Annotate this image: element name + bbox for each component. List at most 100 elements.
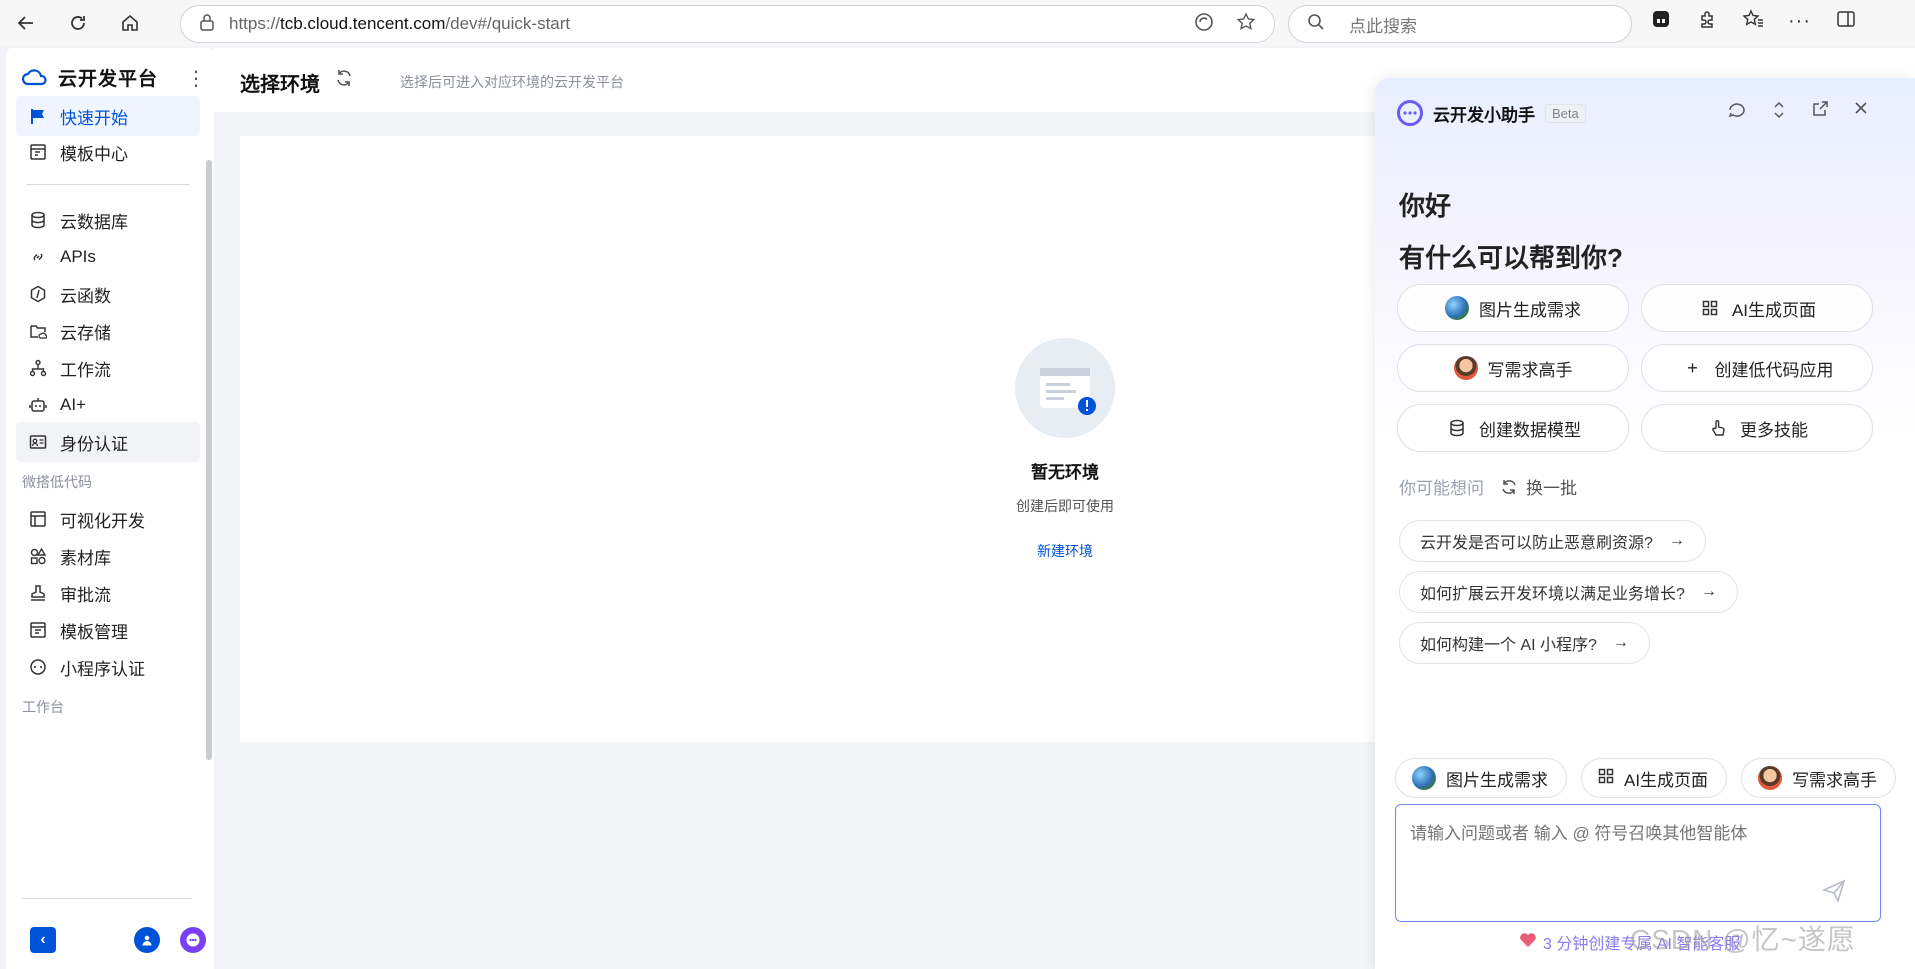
- more-vertical-icon[interactable]: ⋮: [186, 66, 206, 91]
- template-icon: [28, 142, 48, 162]
- chip-requirement-writer[interactable]: 写需求高手: [1741, 758, 1897, 798]
- skill-data-model-button[interactable]: 创建数据模型: [1397, 404, 1629, 452]
- sidebar-item-apis[interactable]: APIs: [16, 237, 200, 277]
- url-text[interactable]: https://tcb.cloud.tencent.com/dev#/quick…: [229, 14, 570, 34]
- translate-icon[interactable]: [1194, 12, 1214, 37]
- sidebar-item-database[interactable]: 云数据库: [16, 200, 200, 240]
- chat-input-box[interactable]: [1395, 804, 1881, 922]
- address-bar[interactable]: https://tcb.cloud.tencent.com/dev#/quick…: [180, 5, 1275, 43]
- brand[interactable]: 云开发平台: [22, 64, 158, 91]
- suggestion-item[interactable]: 云开发是否可以防止恶意刷资源? →: [1399, 520, 1706, 562]
- sidebar-item-label: 云存储: [60, 323, 111, 343]
- chip-ai-page[interactable]: AI生成页面: [1581, 758, 1728, 798]
- refresh-icon[interactable]: [334, 68, 354, 94]
- workspaces-icon[interactable]: [1650, 8, 1672, 35]
- shapes-icon: [28, 546, 48, 566]
- collapse-chevron-icon[interactable]: ‹: [30, 927, 56, 953]
- open-external-icon[interactable]: [1811, 100, 1829, 125]
- environment-card: [240, 136, 1380, 742]
- folder-cloud-icon: [28, 321, 48, 341]
- sidebar-item-label: 云数据库: [60, 212, 128, 232]
- skill-ai-page-button[interactable]: AI生成页面: [1641, 284, 1873, 332]
- create-environment-link[interactable]: 新建环境: [970, 541, 1160, 561]
- search-icon: [1307, 13, 1325, 36]
- sidebar-item-approval[interactable]: 审批流: [16, 573, 200, 613]
- assistant-question: 有什么可以帮到你?: [1399, 243, 1623, 273]
- search-placeholder: 点此搜索: [1349, 16, 1417, 36]
- browser-search-box[interactable]: 点此搜索: [1288, 5, 1632, 43]
- sidebar-item-assets[interactable]: 素材库: [16, 536, 200, 576]
- send-icon[interactable]: [1821, 878, 1847, 910]
- favorites-icon[interactable]: [1742, 8, 1764, 35]
- database-icon: [28, 210, 48, 230]
- arrow-right-icon: →: [1612, 634, 1629, 651]
- lock-icon[interactable]: [199, 13, 215, 36]
- empty-state-icon: [1015, 338, 1115, 438]
- sidebar-item-label: 审批流: [60, 585, 111, 605]
- chip-label: 写需求高手: [1792, 770, 1878, 790]
- database-icon: [1445, 416, 1469, 440]
- skill-label: 写需求高手: [1487, 360, 1573, 380]
- chat-input[interactable]: [1396, 805, 1880, 921]
- skill-label: AI生成页面: [1731, 300, 1817, 320]
- function-icon: [28, 284, 48, 304]
- page-title: 选择环境: [240, 74, 320, 96]
- person-avatar-icon: [1758, 766, 1783, 790]
- beta-badge: Beta: [1545, 103, 1586, 123]
- refresh-label: 换一批: [1526, 479, 1577, 498]
- suggestion-text: 如何构建一个 AI 小程序?: [1420, 637, 1597, 654]
- arrow-right-icon: →: [1700, 583, 1717, 600]
- miniprogram-icon: [28, 657, 48, 677]
- skill-label: 创建数据模型: [1479, 420, 1581, 440]
- sidebar-item-label: 身份认证: [60, 434, 128, 454]
- suggestion-item[interactable]: 如何扩展云开发环境以满足业务增长? →: [1399, 571, 1738, 613]
- suggestion-text: 如何扩展云开发环境以满足业务增长?: [1420, 586, 1685, 603]
- extensions-icon[interactable]: [1696, 8, 1718, 35]
- plus-icon: +: [1687, 357, 1698, 378]
- skill-lowcode-app-button[interactable]: + 创建低代码应用: [1641, 344, 1873, 392]
- earth-avatar-icon: [1445, 296, 1469, 320]
- sidebar-group-lowcode: 微搭低代码: [22, 474, 92, 490]
- sidebar-item-visual-dev[interactable]: 可视化开发: [16, 499, 200, 539]
- sidebar-item-label: 云函数: [60, 286, 111, 306]
- skill-image-gen-button[interactable]: 图片生成需求: [1397, 284, 1629, 332]
- sidebar-item-storage[interactable]: 云存储: [16, 311, 200, 351]
- suggestions-header: 你可能想问 换一批: [1399, 474, 1577, 499]
- chip-image-gen[interactable]: 图片生成需求: [1395, 758, 1567, 798]
- reload-icon[interactable]: [60, 5, 96, 41]
- back-icon[interactable]: [8, 5, 44, 41]
- home-icon[interactable]: [112, 5, 148, 41]
- assistant-bot-icon[interactable]: [180, 927, 206, 953]
- expand-collapse-icon[interactable]: [1771, 100, 1787, 125]
- suggestion-text: 云开发是否可以防止恶意刷资源?: [1420, 535, 1653, 552]
- sidebar-item-label: 素材库: [60, 548, 111, 568]
- heart-icon: [1519, 932, 1537, 953]
- sidebar-item-identity[interactable]: 身份认证: [16, 422, 200, 462]
- refresh-suggestions-button[interactable]: 换一批: [1500, 474, 1577, 499]
- more-icon[interactable]: ···: [1788, 10, 1811, 33]
- favorite-star-icon[interactable]: [1236, 11, 1256, 37]
- sidebar-scrollbar[interactable]: [206, 160, 212, 760]
- assistant-logo-icon: [1397, 100, 1423, 126]
- sidebar-item-template-center[interactable]: 模板中心: [16, 132, 200, 172]
- maybe-label: 你可能想问: [1399, 479, 1484, 498]
- skill-requirement-writer-button[interactable]: 写需求高手: [1397, 344, 1629, 392]
- sidebar-item-ai[interactable]: AI+: [16, 385, 200, 425]
- skill-more-button[interactable]: 更多技能: [1641, 404, 1873, 452]
- sidebar-item-miniprogram[interactable]: 小程序认证: [16, 647, 200, 687]
- chip-label: AI生成页面: [1624, 770, 1709, 790]
- suggestion-item[interactable]: 如何构建一个 AI 小程序? →: [1399, 622, 1650, 664]
- sidebar-item-workflow[interactable]: 工作流: [16, 348, 200, 388]
- page-subtitle: 选择后可进入对应环境的云开发平台: [400, 74, 624, 90]
- assistant-header: 云开发小助手 Beta: [1397, 100, 1586, 126]
- user-icon[interactable]: [134, 927, 160, 953]
- sidebar-item-quick-start[interactable]: 快速开始: [16, 96, 200, 136]
- sidebar-toggle-icon[interactable]: [1835, 8, 1857, 35]
- new-chat-icon[interactable]: [1727, 100, 1747, 125]
- sidebar-item-template-manage[interactable]: 模板管理: [16, 610, 200, 650]
- sidebar-item-label: 工作流: [60, 360, 111, 380]
- skill-label: 更多技能: [1740, 420, 1808, 440]
- close-icon[interactable]: [1853, 100, 1869, 125]
- sidebar-item-label: 模板中心: [60, 144, 128, 164]
- sidebar-item-functions[interactable]: 云函数: [16, 274, 200, 314]
